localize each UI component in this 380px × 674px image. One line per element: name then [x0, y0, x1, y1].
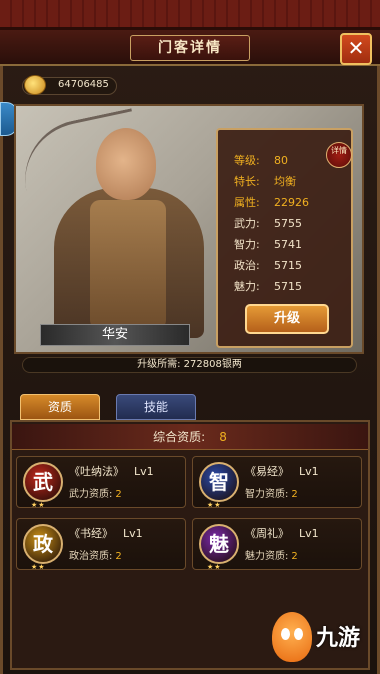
- book-title: 《吐纳法》 Lv1: [69, 463, 154, 479]
- stat-value: 5755: [274, 217, 302, 230]
- detail-button[interactable]: 详情: [326, 142, 352, 168]
- stat-value: 5741: [274, 238, 302, 251]
- retainer-portrait-head: [96, 128, 156, 200]
- currency-value: 64706485: [58, 79, 109, 90]
- stat-label: 魅力:: [234, 280, 260, 293]
- aptitude-line: 武力资质: 2: [69, 485, 122, 500]
- aptitude-card[interactable]: 智 ★★ 《易经》 Lv1 智力资质: 2: [192, 456, 362, 509]
- stat-value: 均衡: [274, 175, 296, 188]
- close-button[interactable]: ✕: [340, 33, 372, 65]
- stat-value: 5715: [274, 259, 302, 272]
- aptitude-card[interactable]: 武 ★★ 《吐纳法》 Lv1 武力资质: 2: [16, 456, 186, 509]
- stat-label: 等级:: [234, 154, 260, 167]
- stat-label: 武力:: [234, 217, 260, 230]
- mascot-eye: [294, 628, 303, 640]
- book-level: Lv1: [134, 465, 154, 478]
- aptitude-label: 魅力资质:: [245, 551, 289, 562]
- star-rating: ★★: [207, 501, 222, 509]
- mascot-icon: [272, 612, 312, 662]
- stat-value: 5715: [274, 280, 302, 293]
- book-level: Lv1: [299, 465, 319, 478]
- mascot-eye: [281, 628, 290, 640]
- book-level: Lv1: [299, 527, 319, 540]
- book-glyph-icon: 智: [199, 462, 239, 502]
- aptitude-line: 智力资质: 2: [245, 485, 298, 500]
- book-glyph-icon: 魅: [199, 524, 239, 564]
- book-glyph-icon: 武: [23, 462, 63, 502]
- aptitude-value: 2: [115, 489, 122, 500]
- tab-aptitude[interactable]: 资质: [20, 394, 100, 420]
- aptitude-line: 政治资质: 2: [69, 547, 122, 562]
- book-name: 《吐纳法》: [69, 465, 124, 478]
- stat-label: 智力:: [234, 238, 260, 251]
- gold-coin-icon: [24, 75, 46, 95]
- aptitude-label: 政治资质:: [69, 551, 113, 562]
- roof-decoration: [0, 0, 380, 30]
- book-glyph-icon: 政: [23, 524, 63, 564]
- book-level: Lv1: [123, 527, 143, 540]
- book-title: 《书经》 Lv1: [69, 525, 143, 541]
- star-rating: ★★: [31, 501, 46, 509]
- page-title: 门客详情: [130, 35, 250, 61]
- aptitude-card[interactable]: 政 ★★ 《书经》 Lv1 政治资质: 2: [16, 518, 186, 571]
- book-name: 《书经》: [69, 527, 113, 540]
- retainer-portrait-vest: [90, 200, 166, 330]
- stat-row: 特长: 均衡: [234, 173, 296, 189]
- book-name: 《周礼》: [245, 527, 289, 540]
- stat-row: 等级: 80: [234, 152, 288, 168]
- stat-label: 政治:: [234, 259, 260, 272]
- aptitude-value: 2: [115, 551, 122, 562]
- total-aptitude-label: 综合资质:: [153, 430, 206, 444]
- book-name: 《易经》: [245, 465, 289, 478]
- aptitude-line: 魅力资质: 2: [245, 547, 298, 562]
- retainer-name: 华安: [40, 324, 190, 346]
- upgrade-requirement: 升级所需: 272808银两: [22, 357, 357, 373]
- stat-row: 属性: 22926: [234, 194, 309, 210]
- watermark-logo: 九游: [272, 606, 372, 666]
- stat-row: 武力: 5755: [234, 215, 302, 231]
- star-rating: ★★: [207, 563, 222, 571]
- aptitude-label: 智力资质:: [245, 489, 289, 500]
- stat-label: 特长:: [234, 175, 260, 188]
- aptitude-value: 2: [291, 489, 298, 500]
- book-title: 《易经》 Lv1: [245, 463, 319, 479]
- stat-label: 属性:: [234, 196, 260, 209]
- stat-row: 智力: 5741: [234, 236, 302, 252]
- aptitude-label: 武力资质:: [69, 489, 113, 500]
- stat-value: 22926: [274, 196, 309, 209]
- upgrade-button[interactable]: 升级: [245, 304, 329, 334]
- total-aptitude-value: 8: [219, 430, 227, 444]
- aptitude-card[interactable]: 魅 ★★ 《周礼》 Lv1 魅力资质: 2: [192, 518, 362, 571]
- stat-row: 政治: 5715: [234, 257, 302, 273]
- book-title: 《周礼》 Lv1: [245, 525, 319, 541]
- aptitude-value: 2: [291, 551, 298, 562]
- star-rating: ★★: [31, 563, 46, 571]
- stat-row: 魅力: 5715: [234, 278, 302, 294]
- watermark-text: 九游: [316, 626, 361, 651]
- total-aptitude: 综合资质: 8: [12, 424, 368, 450]
- tab-skills[interactable]: 技能: [116, 394, 196, 420]
- stat-value: 80: [274, 154, 288, 167]
